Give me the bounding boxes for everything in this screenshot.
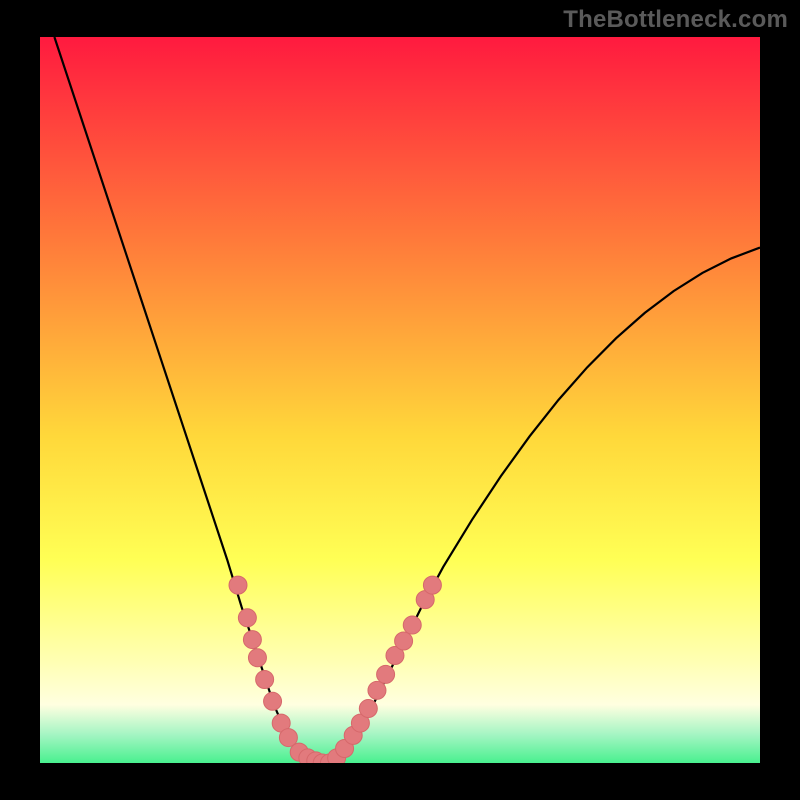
data-point [264, 692, 282, 710]
data-point [238, 609, 256, 627]
data-point [248, 649, 266, 667]
data-point [243, 631, 261, 649]
data-point [229, 576, 247, 594]
watermark-text: TheBottleneck.com [563, 6, 788, 34]
data-point [403, 616, 421, 634]
data-point [256, 671, 274, 689]
data-point [359, 700, 377, 718]
data-point [395, 632, 413, 650]
data-point [377, 665, 395, 683]
chart-container: TheBottleneck.com [0, 0, 800, 800]
chart-svg [40, 37, 760, 763]
plot-area [40, 37, 760, 763]
data-point [368, 681, 386, 699]
data-point [423, 576, 441, 594]
